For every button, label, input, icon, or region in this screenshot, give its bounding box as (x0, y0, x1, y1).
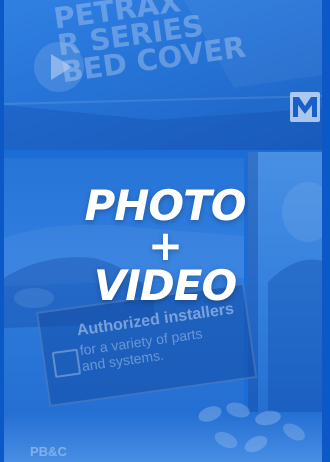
headline-line-plus: + (147, 221, 183, 270)
headline-line-photo: PHOTO (84, 181, 247, 230)
headline-line-video: VIDEO (93, 261, 237, 310)
promo-card[interactable]: PETRAX R SERIES BED COVER Authorized ins… (0, 0, 330, 462)
headline[interactable]: PHOTO + VIDEO (0, 181, 330, 310)
